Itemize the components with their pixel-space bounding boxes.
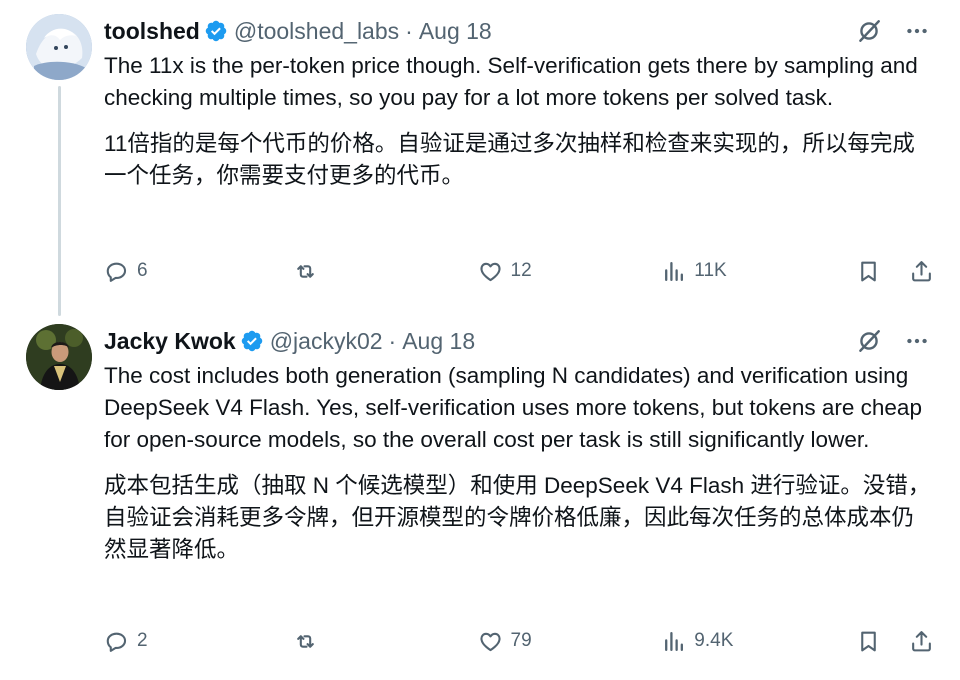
avatar[interactable]	[26, 324, 92, 390]
bookmark-button[interactable]	[856, 256, 881, 286]
separator: ·	[388, 327, 397, 354]
bookmark-icon	[861, 261, 876, 281]
reply-button[interactable]: 2	[104, 626, 293, 656]
timestamp[interactable]: Aug 18	[419, 18, 492, 45]
tweet[interactable]: toolshed @toolshed_labs · Aug 18 The 11x…	[0, 0, 960, 312]
separator: ·	[405, 17, 413, 44]
tweet[interactable]: Jacky Kwok @jackyk02 · Aug 18 The cost i…	[0, 312, 960, 680]
tweet-header: toolshed @toolshed_labs · Aug 18	[104, 14, 932, 48]
retweet-icon	[296, 264, 314, 278]
share-icon	[912, 260, 931, 281]
more-icon[interactable]	[902, 326, 932, 356]
tweet-actions: 6 12 11K	[104, 256, 934, 286]
bookmark-button[interactable]	[856, 626, 881, 656]
tweet-text: The 11x is the per-token price though. S…	[104, 53, 918, 110]
like-count: 12	[510, 260, 532, 281]
share-button[interactable]	[909, 256, 934, 286]
tweet-translation: 11倍指的是每个代币的价格。自验证是通过多次抽样和检查来实现的，所以每完成一个任…	[104, 131, 915, 188]
views-icon	[665, 261, 684, 281]
share-icon	[912, 630, 931, 651]
display-name[interactable]: Jacky Kwok	[104, 328, 236, 355]
like-count: 79	[510, 630, 532, 651]
retweet-button[interactable]	[293, 256, 478, 286]
views-button[interactable]: 9.4K	[661, 626, 856, 656]
avatar[interactable]	[26, 14, 92, 80]
retweet-button[interactable]	[293, 626, 478, 656]
display-name[interactable]: toolshed	[104, 18, 200, 45]
tweet-actions: 2 79 9.4K	[104, 626, 934, 656]
reply-count: 6	[137, 260, 148, 281]
views-button[interactable]: 11K	[661, 256, 856, 286]
like-button[interactable]: 79	[478, 626, 662, 656]
like-icon	[479, 632, 501, 651]
like-icon	[479, 262, 501, 281]
more-icon[interactable]	[902, 16, 932, 46]
views-icon	[665, 631, 684, 651]
reply-button[interactable]: 6	[104, 256, 293, 286]
tweet-translation: 成本包括生成（抽取 N 个候选模型）和使用 DeepSeek V4 Flash …	[104, 473, 931, 562]
grok-icon[interactable]	[854, 16, 884, 46]
avatar-image	[26, 324, 92, 390]
like-button[interactable]: 12	[478, 256, 662, 286]
retweet-icon	[296, 634, 314, 648]
verified-badge-icon	[204, 19, 228, 43]
grok-icon[interactable]	[854, 326, 884, 356]
handle[interactable]: @jackyk02	[270, 328, 383, 355]
reply-icon	[106, 632, 127, 652]
bookmark-icon	[861, 631, 876, 651]
verified-badge-icon	[240, 329, 264, 353]
tweet-text: The cost includes both generation (sampl…	[104, 363, 922, 452]
avatar-image	[26, 14, 92, 80]
reply-count: 2	[137, 630, 148, 651]
timestamp[interactable]: Aug 18	[402, 328, 475, 355]
handle[interactable]: @toolshed_labs	[234, 18, 399, 45]
reply-icon	[106, 262, 127, 282]
views-count: 9.4K	[694, 630, 734, 651]
tweet-header: Jacky Kwok @jackyk02 · Aug 18	[104, 324, 932, 358]
share-button[interactable]	[909, 626, 934, 656]
views-count: 11K	[694, 260, 727, 281]
